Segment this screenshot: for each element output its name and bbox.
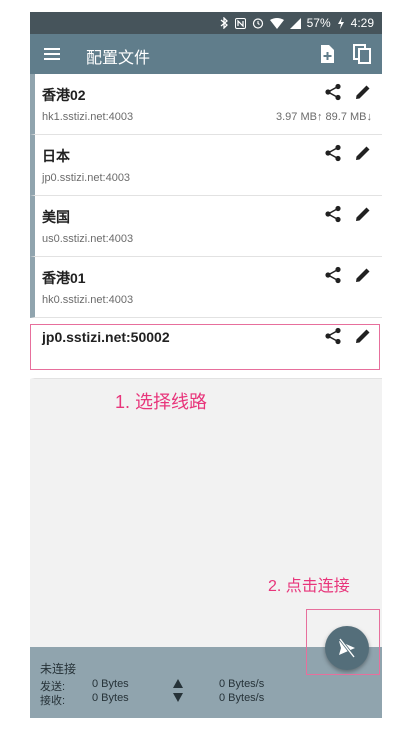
recv-rate: 0 Bytes/s bbox=[219, 692, 265, 704]
connection-status: 未连接 bbox=[40, 662, 77, 676]
app-bar: 配置文件 bbox=[30, 34, 382, 74]
recv-label: 接收: bbox=[40, 695, 66, 707]
profile-name: 美国 bbox=[42, 209, 70, 225]
profile-item[interactable]: 香港02 hk1.sstizi.net:4003 3.97 MB↑ 89.7 M… bbox=[30, 74, 382, 135]
profile-name: 香港02 bbox=[42, 87, 86, 103]
profile-item[interactable]: 香港01 hk0.sstizi.net:4003 bbox=[30, 257, 382, 318]
profile-host: hk0.sstizi.net:4003 bbox=[42, 294, 134, 306]
share-icon[interactable] bbox=[324, 83, 342, 101]
edit-icon[interactable] bbox=[354, 266, 372, 284]
copy-icon[interactable] bbox=[350, 42, 374, 66]
profile-name: 香港01 bbox=[42, 270, 86, 286]
profile-item[interactable]: 美国 us0.sstizi.net:4003 bbox=[30, 196, 382, 257]
signal-icon bbox=[289, 17, 301, 29]
edit-icon[interactable] bbox=[354, 205, 372, 223]
nfc-icon bbox=[234, 17, 246, 29]
battery-percent: 57% bbox=[306, 16, 331, 30]
selected-profile-highlight bbox=[30, 324, 380, 370]
share-icon[interactable] bbox=[324, 266, 342, 284]
annotation-step2: 2. 点击连接 bbox=[268, 578, 350, 595]
upload-arrow-icon bbox=[173, 679, 183, 688]
edit-icon[interactable] bbox=[354, 144, 372, 162]
alarm-icon bbox=[252, 17, 264, 29]
clock: 4:29 bbox=[350, 16, 374, 30]
send-rate: 0 Bytes/s bbox=[219, 678, 265, 690]
profile-item[interactable]: 日本 jp0.sstizi.net:4003 bbox=[30, 135, 382, 196]
send-total: 0 Bytes bbox=[92, 678, 129, 690]
share-icon[interactable] bbox=[324, 205, 342, 223]
add-file-icon[interactable] bbox=[315, 42, 339, 66]
profile-host: hk1.sstizi.net:4003 bbox=[42, 111, 134, 123]
annotation-step1: 1. 选择线路 bbox=[115, 392, 208, 412]
profile-host: jp0.sstizi.net:4003 bbox=[42, 172, 131, 184]
page-title: 配置文件 bbox=[86, 50, 151, 67]
bluetooth-icon bbox=[219, 17, 229, 29]
share-icon[interactable] bbox=[324, 144, 342, 162]
edit-icon[interactable] bbox=[354, 83, 372, 101]
battery-charging-icon bbox=[337, 17, 345, 29]
connect-button-highlight bbox=[306, 609, 380, 675]
recv-total: 0 Bytes bbox=[92, 692, 129, 704]
profile-name: 日本 bbox=[42, 148, 70, 164]
profile-traffic: 3.97 MB↑ 89.7 MB↓ bbox=[276, 111, 372, 123]
profile-host: us0.sstizi.net:4003 bbox=[42, 233, 134, 245]
status-bar: 57% 4:29 bbox=[30, 12, 382, 34]
wifi-icon bbox=[269, 17, 284, 29]
download-arrow-icon bbox=[173, 693, 183, 702]
menu-icon[interactable] bbox=[42, 44, 62, 64]
